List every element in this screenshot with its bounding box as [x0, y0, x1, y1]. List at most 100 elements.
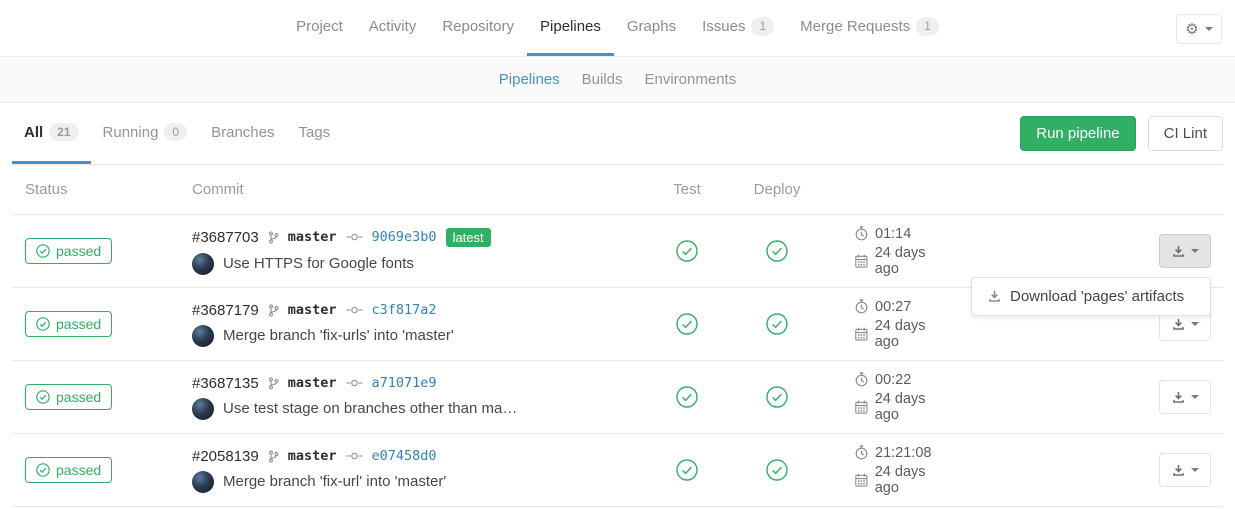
status-cell: passed [12, 311, 192, 337]
check-circle-icon [766, 386, 788, 408]
merge-requests-count-badge: 1 [916, 17, 939, 35]
tab-tags[interactable]: Tags [286, 103, 342, 164]
project-settings-button[interactable]: ⚙ [1176, 14, 1222, 44]
commit-icon [346, 378, 363, 388]
stage-test-status-passed[interactable] [676, 386, 698, 408]
nav-item-project[interactable]: Project [283, 0, 356, 56]
status-cell: passed [12, 384, 192, 410]
status-badge-passed[interactable]: passed [25, 238, 112, 264]
branch-link[interactable]: master [288, 375, 337, 391]
subnav-item-builds[interactable]: Builds [571, 71, 634, 88]
header-test: Test [642, 181, 732, 198]
tab-all[interactable]: All21 [12, 103, 91, 164]
nav-item-issues[interactable]: Issues1 [689, 0, 787, 56]
nav-item-pipelines[interactable]: Pipelines [527, 0, 614, 56]
download-icon [1172, 245, 1185, 258]
tab-all-count-badge: 21 [49, 123, 78, 141]
check-circle-icon [36, 390, 50, 404]
commit-message-link[interactable]: Merge branch 'fix-urls' into 'master' [223, 327, 454, 344]
stage-deploy-status-passed[interactable] [766, 240, 788, 262]
avatar[interactable] [192, 471, 214, 493]
status-label: passed [56, 389, 101, 405]
pipeline-row: passed #3687135 master a71071e9 Use test… [12, 361, 1223, 434]
status-label: passed [56, 316, 101, 332]
avatar[interactable] [192, 325, 214, 347]
header-status: Status [12, 181, 192, 198]
subnav-item-environments[interactable]: Environments [634, 71, 748, 88]
time-cell: 00:22 24 days ago [822, 369, 952, 426]
download-icon [988, 290, 1001, 303]
branch-link[interactable]: master [288, 302, 337, 318]
stage-test-status-passed[interactable] [676, 240, 698, 262]
branch-link[interactable]: master [288, 448, 337, 464]
check-circle-icon [766, 240, 788, 262]
pipeline-id: #3687135 [192, 375, 259, 392]
chevron-down-icon [1191, 322, 1199, 326]
tab-label: Running [103, 124, 159, 141]
commit-sha-link[interactable]: 9069e3b0 [372, 229, 437, 245]
artifacts-dropdown-menu: Download 'pages' artifacts [971, 277, 1211, 316]
commit-icon [346, 232, 363, 242]
pipeline-duration: 01:14 [875, 226, 911, 242]
nav-item-label: Activity [369, 18, 417, 35]
subnav-item-pipelines[interactable]: Pipelines [488, 71, 571, 88]
nav-item-merge-requests[interactable]: Merge Requests1 [787, 0, 952, 56]
commit-message-link[interactable]: Merge branch 'fix-url' into 'master' [223, 473, 446, 490]
commit-sha-link[interactable]: c3f817a2 [372, 302, 437, 318]
branch-icon [268, 450, 279, 463]
nav-item-activity[interactable]: Activity [356, 0, 430, 56]
tab-label: Branches [211, 124, 274, 141]
download-icon [1172, 318, 1185, 331]
nav-item-label: Pipelines [540, 18, 601, 35]
download-icon [1172, 464, 1185, 477]
download-icon [1172, 391, 1185, 404]
ci-lint-button[interactable]: CI Lint [1148, 116, 1223, 151]
ci-subnav: Pipelines Builds Environments [0, 57, 1235, 103]
commit-message-link[interactable]: Use HTTPS for Google fonts [223, 255, 414, 272]
status-badge-passed[interactable]: passed [25, 384, 112, 410]
stage-test-status-passed[interactable] [676, 459, 698, 481]
stage-test-status-passed[interactable] [676, 313, 698, 335]
branch-link[interactable]: master [288, 229, 337, 245]
commit-message-link[interactable]: Use test stage on branches other than ma… [223, 400, 517, 417]
pipeline-id: #2058139 [192, 448, 259, 465]
status-badge-passed[interactable]: passed [25, 311, 112, 337]
toolbar-actions: Run pipeline CI Lint [1020, 103, 1223, 164]
nav-item-label: Project [296, 18, 343, 35]
pipelines-content: All21 Running0 Branches Tags Run pipelin… [0, 103, 1235, 507]
nav-item-label: Graphs [627, 18, 676, 35]
pipelines-filter-toolbar: All21 Running0 Branches Tags Run pipelin… [12, 103, 1223, 165]
pipeline-row: passed #2058139 master e07458d0 Merge br… [12, 434, 1223, 507]
tab-running[interactable]: Running0 [91, 103, 200, 164]
download-artifacts-dropdown-button[interactable] [1159, 453, 1211, 487]
avatar[interactable] [192, 398, 214, 420]
chevron-down-icon [1191, 468, 1199, 472]
branch-icon [268, 304, 279, 317]
download-artifacts-dropdown-button[interactable] [1159, 380, 1211, 414]
avatar[interactable] [192, 253, 214, 275]
chevron-down-icon [1191, 395, 1199, 399]
nav-item-graphs[interactable]: Graphs [614, 0, 689, 56]
commit-sha-link[interactable]: a71071e9 [372, 375, 437, 391]
stage-deploy-status-passed[interactable] [766, 386, 788, 408]
check-circle-icon [36, 317, 50, 331]
stage-deploy-cell [732, 386, 822, 408]
stage-deploy-status-passed[interactable] [766, 313, 788, 335]
nav-item-repository[interactable]: Repository [429, 0, 527, 56]
check-circle-icon [766, 459, 788, 481]
stopwatch-icon [855, 299, 868, 314]
status-badge-passed[interactable]: passed [25, 457, 112, 483]
tab-branches[interactable]: Branches [199, 103, 286, 164]
pipeline-finished-ago: 24 days ago [875, 391, 952, 423]
pipeline-finished-ago: 24 days ago [875, 318, 952, 350]
stage-deploy-cell [732, 313, 822, 335]
run-pipeline-button[interactable]: Run pipeline [1020, 116, 1135, 151]
status-cell: passed [12, 238, 192, 264]
commit-sha-link[interactable]: e07458d0 [372, 448, 437, 464]
project-nav: Project Activity Repository Pipelines Gr… [0, 0, 1235, 57]
download-pages-artifacts-item[interactable]: Download 'pages' artifacts [972, 278, 1210, 315]
actions-cell: Download 'pages' artifacts [952, 215, 1223, 287]
download-artifacts-dropdown-button[interactable] [1159, 234, 1211, 268]
status-cell: passed [12, 457, 192, 483]
stage-deploy-status-passed[interactable] [766, 459, 788, 481]
